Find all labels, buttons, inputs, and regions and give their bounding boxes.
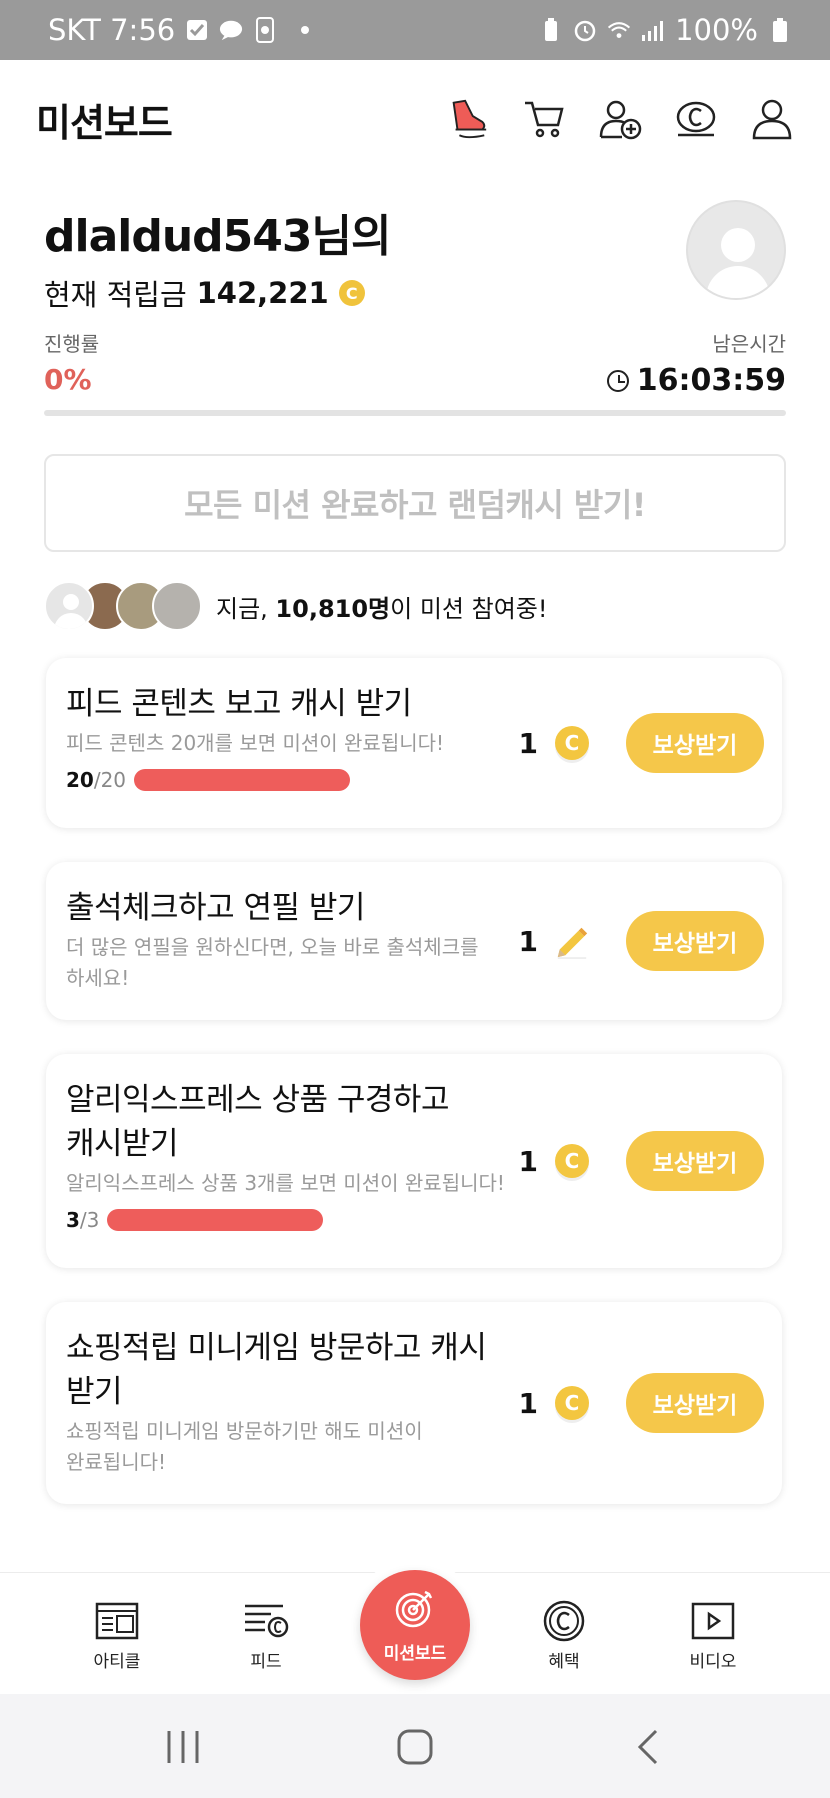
- avatar[interactable]: [686, 200, 786, 300]
- mission-title-line2: 캐시받기: [66, 1126, 179, 1162]
- reward-amount: 1: [518, 726, 538, 760]
- system-navigation-bar: [0, 1694, 830, 1798]
- remaining-time-value: 16:03:59: [636, 363, 786, 398]
- chat-notification-icon: [219, 18, 243, 42]
- nav-missionboard[interactable]: 미션보드: [360, 1570, 470, 1680]
- nav-benefit-label: 혜택: [548, 1652, 580, 1672]
- mission-title-line1: 알리익스프레스 상품 구경하고: [66, 1082, 449, 1118]
- mission-title-line2: 받기: [66, 1374, 123, 1410]
- mission-desc-line2: 완료됩니다!: [66, 1450, 167, 1474]
- remaining-label: 남은시간: [712, 332, 786, 356]
- mission-card: 출석체크하고 연필 받기 더 많은 연필을 원하신다면, 오늘 바로 출석체크를…: [46, 862, 782, 1020]
- coin-icon: C: [338, 280, 365, 306]
- profile-summary: dlaldud543님의 현재 적립금 142,221 C: [44, 200, 786, 314]
- mission-card: 쇼핑적립 미니게임 방문하고 캐시 받기 쇼핑적립 미니게임 방문하기만 해도 …: [46, 1302, 782, 1504]
- mission-title-line1: 쇼핑적립 미니게임 방문하고 캐시: [66, 1330, 487, 1366]
- cash-coin-icon[interactable]: [674, 97, 718, 141]
- mission-progress-bar: [134, 769, 351, 791]
- battery-saver-icon: [539, 18, 563, 42]
- coin-icon: C: [554, 1143, 590, 1179]
- mission-reward: 1 C 보상받기: [519, 1131, 764, 1191]
- participants-count: 10,810명: [275, 594, 391, 623]
- claim-reward-button[interactable]: 보상받기: [626, 1131, 764, 1191]
- points-line: 현재 적립금 142,221 C: [44, 272, 786, 314]
- alarm-icon: [573, 18, 597, 42]
- status-bar: SKT 7:56 100%: [0, 0, 830, 60]
- nav-benefit[interactable]: 혜택: [514, 1600, 614, 1672]
- nav-article-label: 아티클: [93, 1652, 141, 1672]
- mission-title: 출석체크하고 연필 받기: [66, 890, 365, 926]
- mission-reward: 1 보상받기: [519, 911, 764, 971]
- nav-article[interactable]: 아티클: [67, 1601, 167, 1672]
- participant-avatars: [44, 581, 202, 631]
- reward-amount: 1: [518, 1144, 538, 1178]
- mission-desc-line1: 쇼핑적립 미니게임 방문하기만 해도 미션이: [66, 1419, 423, 1443]
- pencil-icon: [554, 923, 590, 959]
- username: dlaldud543님의: [44, 211, 391, 262]
- benefit-icon: [541, 1600, 587, 1642]
- signal-icon: [641, 18, 665, 42]
- checkbox-notification-icon: [185, 18, 209, 42]
- complete-all-missions-button[interactable]: 모든 미션 완료하고 랜덤캐시 받기!: [44, 454, 786, 552]
- coin-icon: C: [554, 1385, 590, 1421]
- app-notification-icon: [253, 17, 277, 43]
- participants-text: 지금, 10,810명이 미션 참여중!: [216, 594, 548, 623]
- recent-apps-icon[interactable]: [158, 1722, 208, 1772]
- points-value: 142,221: [196, 276, 329, 310]
- profile-icon[interactable]: [750, 97, 794, 141]
- battery-percent: 100%: [675, 13, 758, 47]
- participants-row: 지금, 10,810명이 미션 참여중!: [44, 580, 786, 632]
- wifi-icon: [607, 18, 631, 42]
- mission-desc-line2: 하세요!: [66, 966, 130, 990]
- claim-reward-button[interactable]: 보상받기: [626, 911, 764, 971]
- app-header: 미션보드: [0, 60, 830, 178]
- reward-amount: 1: [518, 924, 538, 958]
- mission-card: 피드 콘텐츠 보고 캐시 받기 피드 콘텐츠 20개를 보면 미션이 완료됩니다…: [46, 658, 782, 828]
- participant-avatar: [152, 581, 202, 631]
- home-icon[interactable]: [390, 1722, 440, 1772]
- progress-row: 진행률 0% 남은시간 16:03:59: [44, 328, 786, 398]
- mission-progress: 20/20: [66, 768, 351, 792]
- more-notifications-dot: [301, 26, 310, 34]
- article-icon: [94, 1601, 140, 1641]
- nav-feed-label: 피드: [250, 1652, 282, 1672]
- mission-progress: 3/3: [66, 1208, 324, 1232]
- points-label: 현재 적립금: [44, 278, 187, 312]
- mission-card: 알리익스프레스 상품 구경하고 캐시받기 알리익스프레스 상품 3개를 보면 미…: [46, 1054, 782, 1268]
- nav-video-label: 비디오: [689, 1652, 737, 1672]
- add-friend-icon[interactable]: [598, 97, 642, 141]
- overall-progress-bar: [44, 410, 786, 416]
- mission-progress-bar: [107, 1209, 324, 1231]
- claim-reward-button[interactable]: 보상받기: [626, 713, 764, 773]
- nav-video[interactable]: 비디오: [663, 1601, 763, 1672]
- remaining-time: 남은시간 16:03:59: [606, 328, 786, 398]
- target-icon: [393, 1586, 437, 1635]
- clock-icon: [606, 369, 629, 392]
- page-title: 미션보드: [36, 100, 173, 145]
- reward-amount: 1: [518, 1386, 538, 1420]
- coin-icon: C: [554, 725, 590, 761]
- participant-avatar: [44, 581, 94, 631]
- back-icon[interactable]: [624, 1722, 674, 1772]
- cart-icon[interactable]: [522, 97, 566, 141]
- claim-reward-button[interactable]: 보상받기: [626, 1373, 764, 1433]
- battery-icon: [768, 18, 792, 42]
- nav-missionboard-label: 미션보드: [383, 1644, 447, 1664]
- feed-icon: [243, 1601, 289, 1641]
- nav-feed[interactable]: 피드: [216, 1601, 316, 1672]
- mission-reward: 1 C 보상받기: [519, 1373, 764, 1433]
- mission-title: 피드 콘텐츠 보고 캐시 받기: [66, 686, 412, 722]
- mission-desc: 알리익스프레스 상품 3개를 보면 미션이 완료됩니다!: [66, 1171, 505, 1195]
- status-time: SKT 7:56: [48, 13, 176, 47]
- mission-desc-line1: 더 많은 연필을 원하신다면, 오늘 바로 출석체크를: [66, 935, 479, 959]
- mission-reward: 1 C 보상받기: [519, 713, 764, 773]
- video-icon: [690, 1601, 736, 1641]
- sneaker-icon[interactable]: [446, 97, 490, 141]
- mission-desc: 피드 콘텐츠 20개를 보면 미션이 완료됩니다!: [66, 731, 445, 755]
